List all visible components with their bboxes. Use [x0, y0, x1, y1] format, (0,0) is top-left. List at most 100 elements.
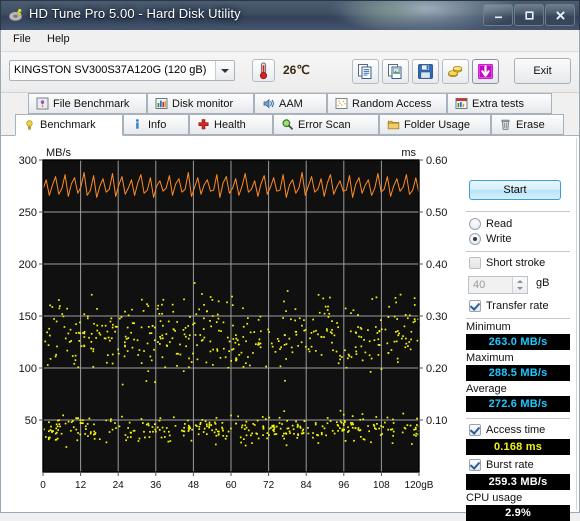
- svg-text:50: 50: [25, 415, 37, 427]
- save-button[interactable]: [412, 59, 439, 84]
- magenta-down-arrow-icon: [478, 64, 493, 79]
- drive-select[interactable]: KINGSTON SV300S37A120G (120 gB): [9, 60, 235, 81]
- scatter-icon: [335, 98, 348, 109]
- average-label: Average: [466, 383, 507, 395]
- tab-file-benchmark[interactable]: File Benchmark: [28, 93, 147, 114]
- bar-chart-icon: [155, 98, 168, 109]
- hd-tune-window: HD Tune Pro 5.00 - Hard Disk Utility Fil…: [0, 0, 580, 521]
- title-bar: HD Tune Pro 5.00 - Hard Disk Utility: [0, 0, 580, 30]
- checkbox-burst-rate-box: [469, 459, 481, 471]
- radio-write[interactable]: Write: [469, 233, 511, 245]
- start-button[interactable]: Start: [469, 180, 561, 200]
- tab-benchmark[interactable]: Benchmark: [15, 114, 123, 136]
- drive-select-arrow[interactable]: [215, 61, 234, 80]
- checkbox-access-time[interactable]: Access time: [469, 424, 545, 436]
- tab-erase[interactable]: Erase: [491, 114, 564, 135]
- benchmark-panel: 0 12 24 36 48 60 72 84 96 108 120gB 50 100 150 200 250 3…: [1, 136, 579, 521]
- svg-text:48: 48: [188, 480, 200, 491]
- tab-info[interactable]: Info: [123, 114, 189, 135]
- stepper-down-icon: [517, 287, 523, 290]
- svg-text:60: 60: [225, 480, 237, 491]
- maximum-label: Maximum: [466, 352, 514, 364]
- tab-extra-tests[interactable]: Extra tests: [447, 93, 552, 114]
- menu-file[interactable]: File: [7, 33, 37, 48]
- svg-text:36: 36: [150, 480, 162, 491]
- copy-text-button[interactable]: [352, 59, 379, 84]
- radio-read-indicator: [469, 218, 481, 230]
- benchmark-graph-svg: 0 12 24 36 48 60 72 84 96 108 120gB 50 100 150 200 250 3…: [9, 142, 456, 508]
- window-title: HD Tune Pro 5.00 - Hard Disk Utility: [29, 6, 241, 21]
- toolbar: KINGSTON SV300S37A120G (120 gB) 26℃ Exit: [1, 52, 579, 93]
- checkbox-transfer-rate[interactable]: Transfer rate: [469, 300, 549, 312]
- access-time-value: 0.168 ms: [466, 439, 570, 455]
- tab-random-access[interactable]: Random Access: [327, 93, 447, 114]
- short-stroke-stepper-buttons[interactable]: [512, 277, 527, 293]
- checkbox-short-stroke[interactable]: Short stroke: [469, 257, 545, 269]
- menu-bar: File Help: [1, 30, 579, 52]
- tab-disk-monitor-label: Disk monitor: [172, 97, 234, 110]
- download-button[interactable]: [472, 59, 499, 84]
- radio-write-indicator: [469, 233, 481, 245]
- checkbox-transfer-rate-box: [469, 300, 481, 312]
- window-controls: [483, 4, 575, 26]
- minimize-button[interactable]: [483, 4, 513, 26]
- temperature-button[interactable]: [252, 59, 275, 82]
- exit-button[interactable]: Exit: [514, 58, 571, 84]
- radio-read-label: Read: [486, 218, 513, 230]
- tab-health[interactable]: Health: [189, 114, 273, 135]
- radio-read[interactable]: Read: [469, 218, 512, 230]
- copy-image-button[interactable]: [382, 59, 409, 84]
- folder-icon: [387, 120, 400, 130]
- tab-row-top: File Benchmark Disk monitor AAM Random A…: [1, 93, 579, 115]
- checkbox-access-time-box: [469, 424, 481, 436]
- tab-error-scan[interactable]: Error Scan: [273, 114, 379, 135]
- burst-rate-value: 259.3 MB/s: [466, 474, 570, 490]
- menu-file-label: File: [13, 33, 31, 45]
- tab-erase-label: Erase: [516, 118, 545, 131]
- chevron-down-icon: [221, 68, 229, 73]
- copy-text-icon: [358, 64, 372, 79]
- sidebar-divider: [576, 138, 577, 510]
- checkbox-access-time-label: Access time: [486, 424, 546, 436]
- short-stroke-unit: gB: [536, 277, 550, 289]
- options-button[interactable]: [442, 59, 469, 84]
- tab-disk-monitor[interactable]: Disk monitor: [147, 93, 254, 114]
- checkbox-transfer-rate-label: Transfer rate: [486, 300, 549, 312]
- tab-aam[interactable]: AAM: [254, 93, 327, 114]
- tab-folder-usage[interactable]: Folder Usage: [379, 114, 491, 135]
- tab-row-bottom: Benchmark Info Health Error Scan Folder …: [1, 114, 579, 136]
- menu-help[interactable]: Help: [41, 33, 76, 48]
- svg-text:96: 96: [338, 480, 350, 491]
- svg-text:108: 108: [373, 480, 390, 491]
- checkbox-short-stroke-box: [469, 257, 481, 269]
- svg-text:0.60: 0.60: [426, 155, 447, 167]
- cpu-usage-value: 2.9%: [466, 505, 570, 521]
- svg-text:300: 300: [19, 155, 37, 167]
- svg-text:MB/s: MB/s: [46, 147, 72, 159]
- svg-text:250: 250: [19, 207, 37, 219]
- file-benchmark-icon: [36, 97, 49, 110]
- svg-text:120gB: 120gB: [405, 480, 434, 491]
- tab-folder-usage-label: Folder Usage: [404, 118, 471, 131]
- info-icon: [136, 119, 139, 129]
- svg-text:0.40: 0.40: [426, 259, 447, 271]
- checkbox-burst-rate[interactable]: Burst rate: [469, 459, 534, 471]
- average-value: 272.6 MB/s: [466, 396, 570, 412]
- temperature-value: 26℃: [283, 63, 310, 77]
- close-button[interactable]: [545, 4, 575, 26]
- drive-select-value: KINGSTON SV300S37A120G (120 gB): [14, 64, 207, 76]
- maximize-button[interactable]: [514, 4, 544, 26]
- minimum-value: 263.0 MB/s: [466, 334, 570, 350]
- svg-text:12: 12: [75, 480, 87, 491]
- tab-health-label: Health: [214, 118, 246, 131]
- copy-image-icon: [388, 64, 402, 79]
- thermometer-icon: [259, 62, 268, 80]
- short-stroke-stepper[interactable]: 40: [468, 276, 528, 294]
- tab-file-benchmark-label: File Benchmark: [53, 97, 130, 110]
- tab-benchmark-label: Benchmark: [40, 119, 96, 131]
- extra-tests-icon: [455, 98, 468, 109]
- short-stroke-size-row: 40 gB: [460, 276, 577, 294]
- svg-text:72: 72: [263, 480, 275, 491]
- svg-text:0.10: 0.10: [426, 415, 447, 427]
- exit-button-label: Exit: [533, 65, 552, 77]
